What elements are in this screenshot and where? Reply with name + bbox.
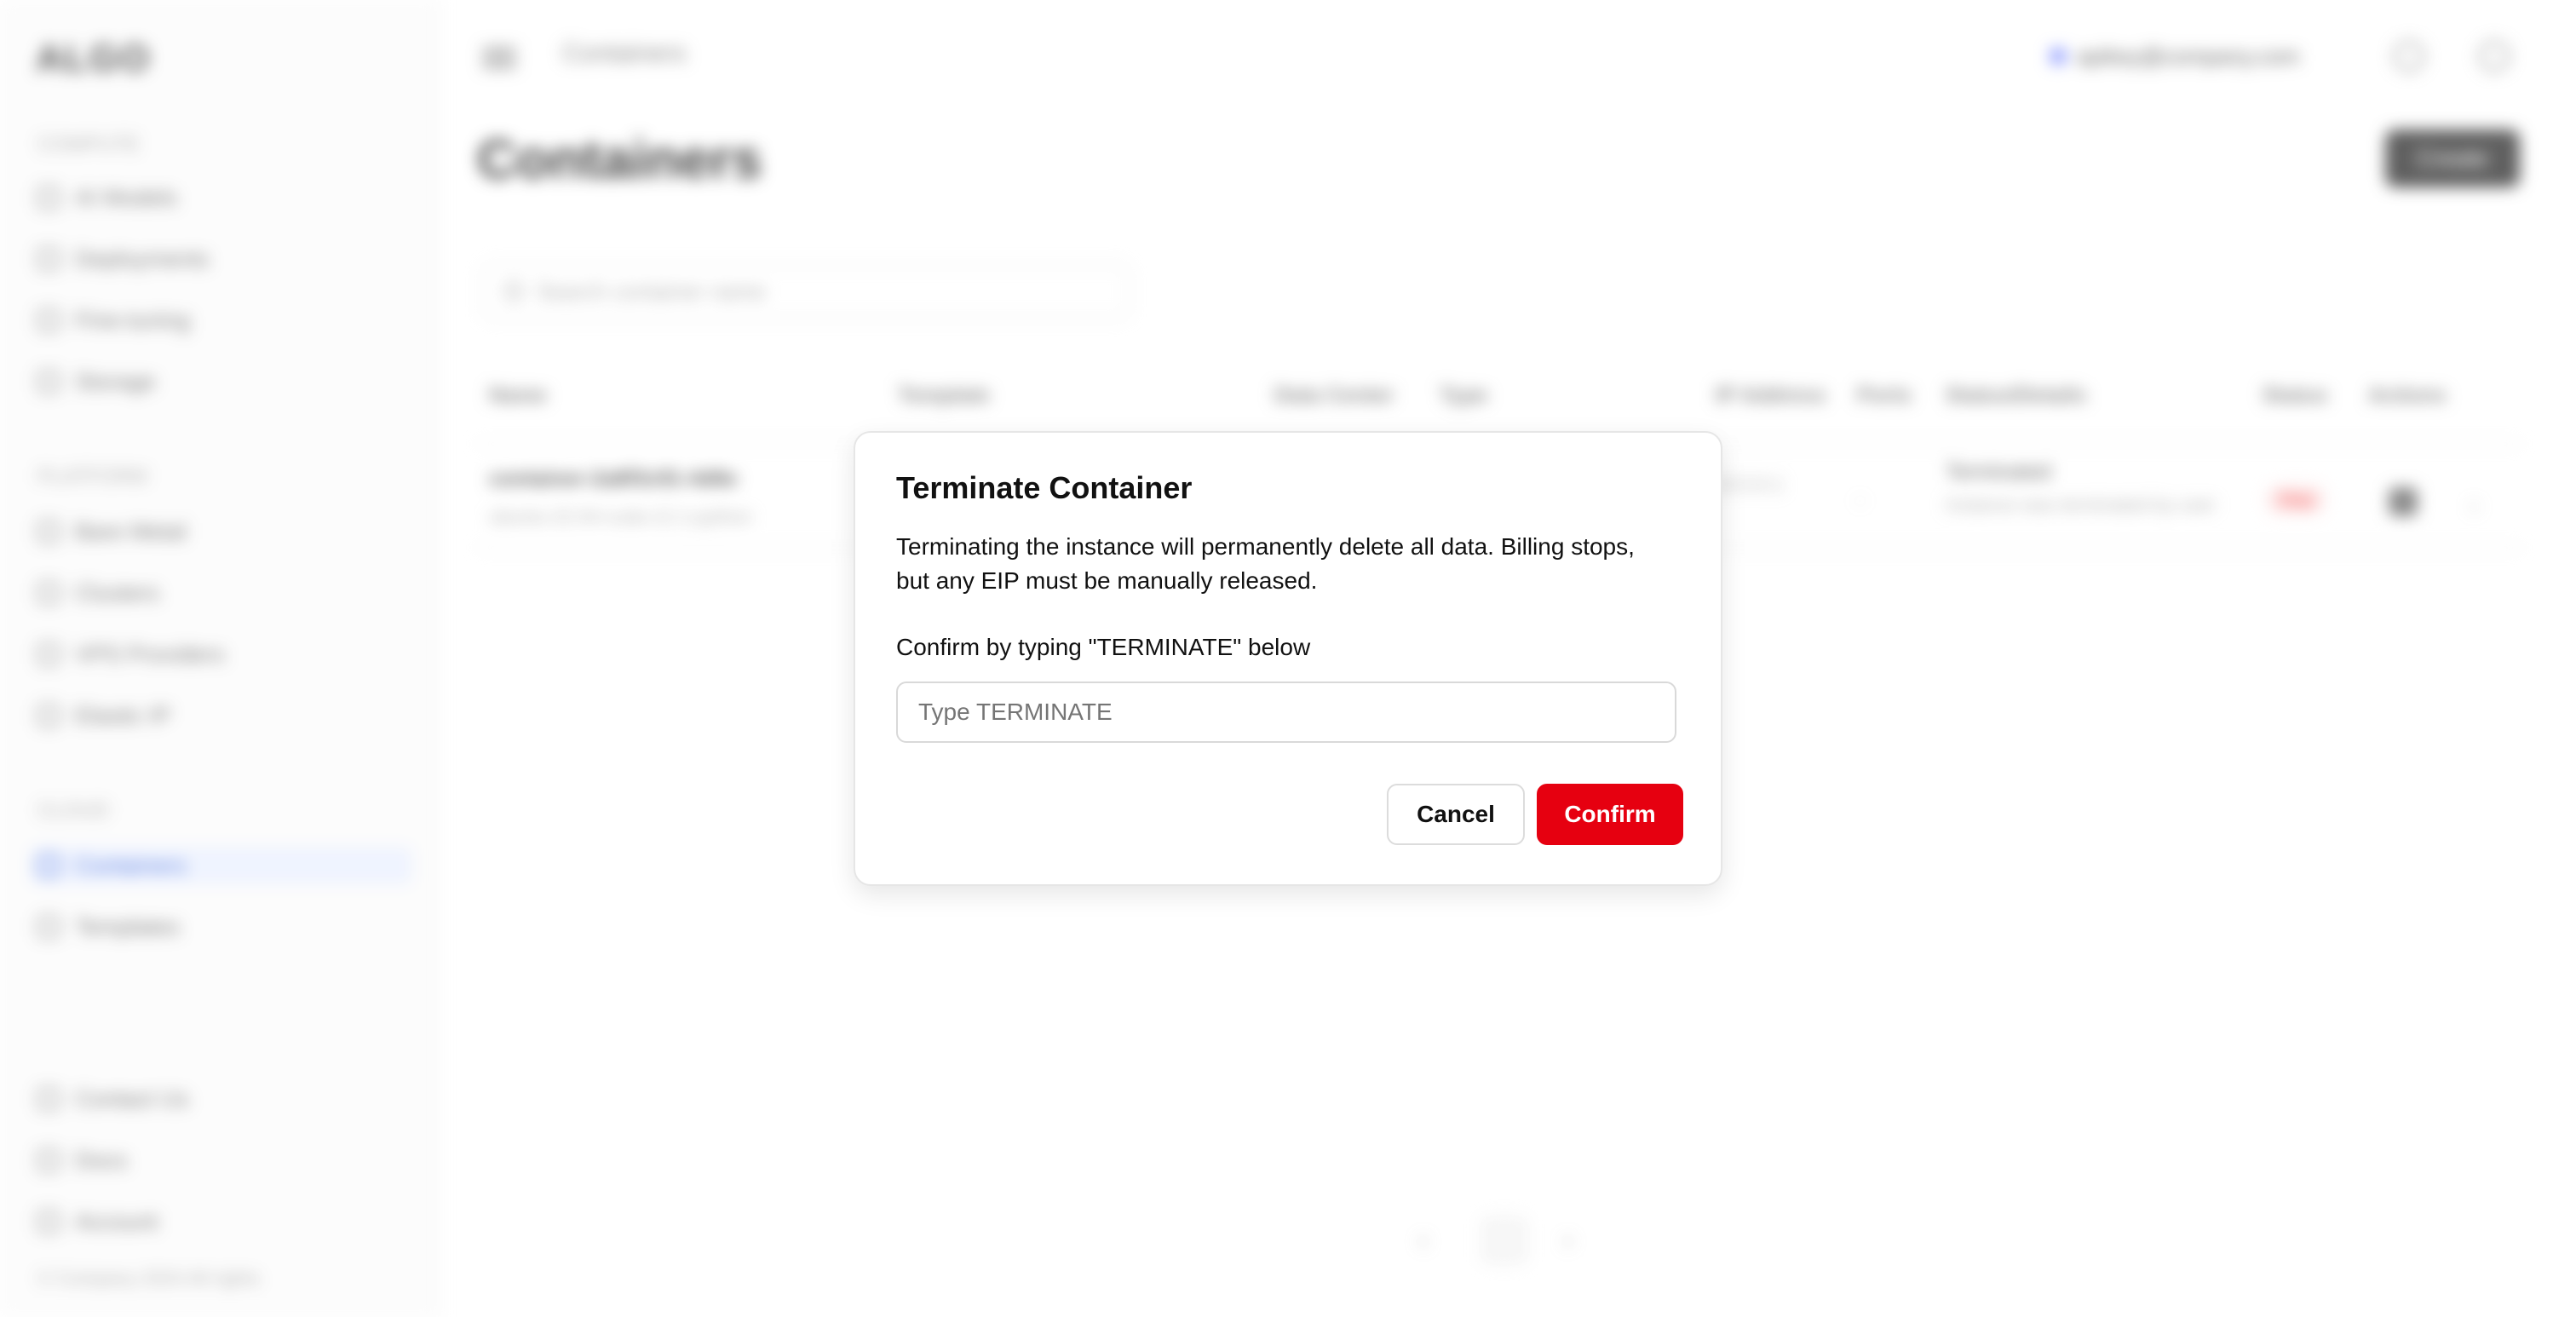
confirm-field-label: Confirm by typing "TERMINATE" below [896, 634, 1311, 660]
confirm-button[interactable]: Confirm [1537, 784, 1683, 845]
terminate-dialog: Terminate Container Terminating the inst… [854, 431, 1722, 886]
dialog-title: Terminate Container [896, 470, 1193, 505]
terminate-confirm-input[interactable] [896, 682, 1676, 743]
dialog-description: Terminating the instance will permanentl… [896, 533, 1635, 594]
cancel-button[interactable]: Cancel [1387, 784, 1525, 845]
